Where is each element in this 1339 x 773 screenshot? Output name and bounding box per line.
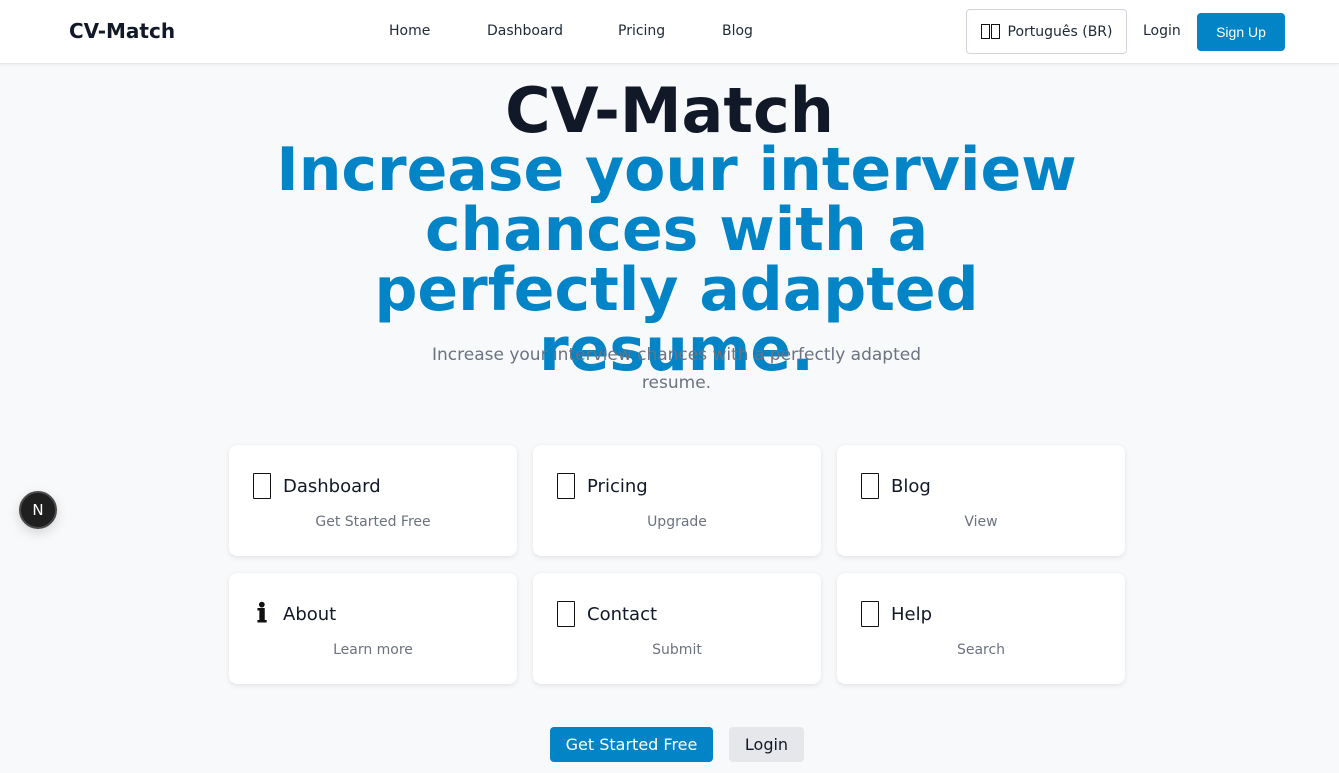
flag-icon [980, 24, 1000, 39]
card-action[interactable]: Upgrade [533, 514, 821, 530]
card-title: Dashboard [283, 475, 381, 497]
hero-subtitle: Increase your interview chances with a p… [431, 345, 922, 393]
card-blog[interactable]: Blog View [837, 445, 1125, 556]
box-icon [861, 601, 879, 627]
top-navbar: CV-Match Home Dashboard Pricing Blog Por… [0, 0, 1339, 64]
card-about[interactable]: ℹ About Learn more [229, 573, 517, 684]
box-icon [557, 473, 575, 499]
card-pricing[interactable]: Pricing Upgrade [533, 445, 821, 556]
card-title: Help [891, 603, 933, 625]
language-label: Português (BR) [1007, 23, 1113, 40]
card-title: Blog [891, 475, 931, 497]
language-selector[interactable]: Português (BR) [966, 9, 1127, 54]
login-link[interactable]: Login [1143, 23, 1181, 39]
nav-home[interactable]: Home [389, 23, 430, 39]
card-title: About [283, 603, 337, 625]
signup-button[interactable]: Sign Up [1197, 13, 1285, 51]
card-title: Pricing [587, 475, 648, 497]
card-help[interactable]: Help Search [837, 573, 1125, 684]
card-action[interactable]: Search [837, 642, 1125, 658]
card-action[interactable]: Get Started Free [229, 514, 517, 530]
dev-tools-badge[interactable]: N [19, 491, 57, 529]
box-icon [557, 601, 575, 627]
login-button[interactable]: Login [729, 727, 804, 762]
info-icon: ℹ [257, 599, 267, 629]
box-icon [253, 473, 271, 499]
nav-blog[interactable]: Blog [722, 23, 753, 39]
nav-dashboard[interactable]: Dashboard [487, 23, 563, 39]
card-contact[interactable]: Contact Submit [533, 573, 821, 684]
card-action[interactable]: Learn more [229, 642, 517, 658]
box-icon [861, 473, 879, 499]
card-action[interactable]: Submit [533, 642, 821, 658]
get-started-button[interactable]: Get Started Free [550, 727, 713, 762]
card-dashboard[interactable]: Dashboard Get Started Free [229, 445, 517, 556]
brand-logo[interactable]: CV-Match [69, 19, 175, 43]
card-action[interactable]: View [837, 514, 1125, 530]
card-title: Contact [587, 603, 658, 625]
nav-pricing[interactable]: Pricing [618, 23, 665, 39]
